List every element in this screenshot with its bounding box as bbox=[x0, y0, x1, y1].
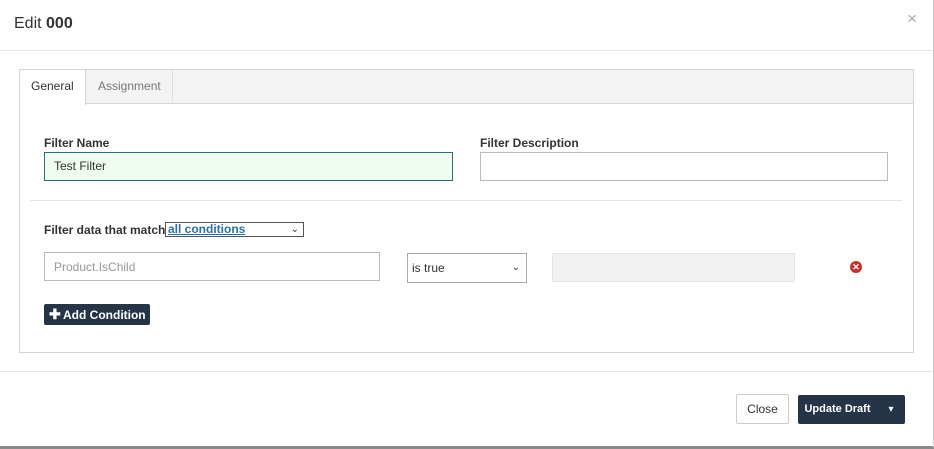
filter-description-label: Filter Description bbox=[480, 136, 579, 150]
condition-field-input[interactable]: Product.IsChild bbox=[44, 252, 380, 281]
match-mode-value: all conditions bbox=[168, 222, 246, 236]
close-icon[interactable]: × bbox=[907, 10, 917, 27]
tab-assignment[interactable]: Assignment bbox=[87, 70, 173, 101]
chevron-down-icon: ⌄ bbox=[290, 224, 299, 235]
filter-name-input[interactable]: Test Filter bbox=[44, 152, 453, 181]
match-mode-select[interactable]: all conditions ⌄ bbox=[165, 222, 304, 237]
modal-title-name: 000 bbox=[46, 15, 73, 32]
add-condition-label: Add Condition bbox=[63, 308, 146, 322]
caret-down-icon[interactable]: ▾ bbox=[877, 395, 905, 424]
tab-general[interactable]: General bbox=[20, 70, 86, 105]
filter-description-input[interactable] bbox=[480, 152, 888, 181]
match-label: Filter data that match bbox=[44, 223, 166, 237]
condition-operator-select[interactable]: is true ⌄ bbox=[407, 253, 527, 283]
remove-condition-icon[interactable]: ✕ bbox=[850, 261, 862, 273]
condition-operator-value: is true bbox=[412, 261, 445, 275]
footer-divider bbox=[0, 371, 933, 372]
close-button[interactable]: Close bbox=[736, 394, 789, 424]
filter-name-label: Filter Name bbox=[44, 136, 110, 150]
section-divider bbox=[30, 200, 902, 201]
plus-icon: ✚ bbox=[49, 306, 61, 322]
update-draft-button[interactable]: Update Draft bbox=[798, 395, 877, 424]
modal-header: Edit 000 × bbox=[0, 0, 933, 51]
condition-value-input[interactable] bbox=[552, 253, 795, 282]
edit-filter-modal: Edit 000 × General Assignment Filter Nam… bbox=[0, 0, 934, 449]
tab-bar: General Assignment bbox=[20, 70, 913, 105]
modal-title: Edit 000 bbox=[14, 15, 73, 33]
modal-title-prefix: Edit bbox=[14, 15, 42, 32]
add-condition-button[interactable]: ✚ Add Condition bbox=[44, 304, 150, 325]
filter-panel: General Assignment Filter Name Test Filt… bbox=[19, 69, 914, 353]
chevron-down-icon: ⌄ bbox=[511, 262, 520, 273]
